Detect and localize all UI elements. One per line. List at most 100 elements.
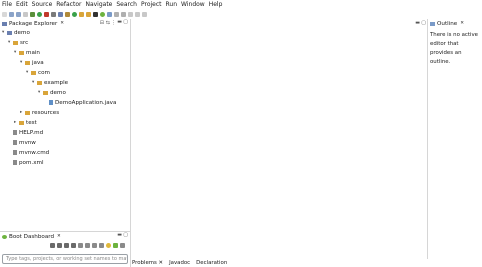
tab-problems[interactable]: Problems ✕ <box>132 260 163 266</box>
boot-minimize-icon[interactable]: ▬ <box>117 232 122 238</box>
tree-item-label: java <box>32 59 44 66</box>
lightbulb-icon[interactable] <box>106 243 111 248</box>
boot-dashboard-tab[interactable]: Boot Dashboard <box>9 234 54 240</box>
package-explorer-panel: Package Explorer ✕ ⊟ ⇆ ⋮ ▬ ▢ ▾ demo ▾ src ▾ m… <box>0 19 131 231</box>
folder-icon <box>13 40 18 45</box>
outline-tab[interactable]: Outline <box>437 21 457 27</box>
menu-navigate[interactable]: Navigate <box>85 1 112 8</box>
back-icon[interactable] <box>128 11 133 17</box>
search-icon[interactable] <box>86 11 91 17</box>
properties-icon[interactable] <box>99 243 104 248</box>
new-class-icon[interactable] <box>72 11 77 17</box>
menubar: File Edit Source Refactor Navigate Searc… <box>0 0 482 9</box>
project-icon <box>7 30 12 35</box>
package-explorer-header: Package Explorer ✕ ⊟ ⇆ ⋮ ▬ ▢ <box>0 19 130 28</box>
tree-item[interactable]: ▾ demo <box>38 88 66 97</box>
boot-dashboard-filter-input[interactable]: Type tags, projects, or working set name… <box>2 254 128 264</box>
new-icon[interactable] <box>2 11 7 17</box>
start-icon[interactable] <box>50 243 55 248</box>
folder-icon <box>19 120 24 125</box>
debug-icon[interactable] <box>30 11 35 17</box>
new-package-icon[interactable] <box>65 11 70 17</box>
forward-icon[interactable] <box>135 11 140 17</box>
restart-icon[interactable] <box>57 243 62 248</box>
prev-annotation-icon[interactable] <box>121 11 126 17</box>
bottom-view-tabs: Problems ✕ Javadoc Declaration <box>132 259 482 267</box>
menu-refactor[interactable]: Refactor <box>56 1 81 8</box>
menu-search[interactable]: Search <box>116 1 137 8</box>
package-explorer-tab[interactable]: Package Explorer <box>9 21 57 27</box>
open-browser-icon[interactable] <box>78 243 83 248</box>
boot-dashboard-toolbar <box>50 243 127 248</box>
maximize-icon[interactable]: ▢ <box>123 19 128 25</box>
next-annotation-icon[interactable] <box>114 11 119 17</box>
menu-edit[interactable]: Edit <box>16 1 28 8</box>
menu-window[interactable]: Window <box>181 1 205 8</box>
tree-item[interactable]: ▾ example <box>32 78 68 87</box>
tree-item[interactable]: ▾ java <box>20 58 44 67</box>
tree-item[interactable]: mvnw <box>8 138 36 147</box>
open-type-icon[interactable] <box>79 11 84 17</box>
tree-item-label: demo <box>14 29 30 36</box>
external-tools-icon[interactable] <box>44 11 49 17</box>
print-icon[interactable] <box>23 11 28 17</box>
terminal-icon[interactable] <box>93 11 98 17</box>
close-icon[interactable]: ✕ <box>60 21 64 26</box>
menu-source[interactable]: Source <box>32 1 53 8</box>
debug-icon[interactable] <box>64 243 69 248</box>
editor-maximize-icon[interactable]: ▢ <box>421 20 426 26</box>
tree-item[interactable]: mvnw.cmd <box>8 148 49 157</box>
tree-item[interactable]: ▾ demo <box>2 28 30 37</box>
tree-item[interactable]: ▾ main <box>14 48 40 57</box>
tree-item[interactable]: ▾ com <box>26 68 50 77</box>
tree-item-label: src <box>20 39 29 46</box>
spring-icon[interactable] <box>100 11 105 17</box>
console-icon[interactable] <box>85 243 90 248</box>
boot-maximize-icon[interactable]: ▢ <box>123 232 128 238</box>
package-explorer-icon <box>2 21 7 26</box>
folder-icon <box>43 90 48 95</box>
run-icon[interactable] <box>37 11 42 17</box>
md-file-icon <box>13 130 17 135</box>
outline-close-icon[interactable]: ✕ <box>460 21 464 26</box>
tree-item-label: example <box>44 79 69 86</box>
outline-icon <box>430 21 435 26</box>
coverage-icon[interactable] <box>51 11 56 17</box>
link-editor-icon[interactable]: ⇆ <box>106 20 110 26</box>
tree-item[interactable]: ▸ test <box>14 118 37 127</box>
new-java-project-icon[interactable] <box>58 11 63 17</box>
add-icon[interactable] <box>113 243 118 248</box>
edit-icon[interactable] <box>92 243 97 248</box>
tree-item-label: com <box>38 69 50 76</box>
folder-icon <box>25 60 30 65</box>
tree-item-label: HELP.md <box>19 129 44 136</box>
folder-icon <box>25 110 30 115</box>
minimize-icon[interactable]: ▬ <box>117 19 122 25</box>
spring-boot-icon <box>2 234 7 239</box>
editor-minimize-icon[interactable]: ▬ <box>415 20 420 26</box>
menu-run[interactable]: Run <box>166 1 178 8</box>
tab-declaration[interactable]: Declaration <box>196 260 227 266</box>
boot-dashboard-panel: Boot Dashboard ✕ ▬ ▢ Type tags, projects… <box>0 231 131 267</box>
tree-item[interactable]: ▾ src <box>8 38 28 47</box>
collapse-all-icon[interactable]: ⊟ <box>100 20 104 26</box>
save-all-icon[interactable] <box>16 11 21 17</box>
tab-javadoc[interactable]: Javadoc <box>169 260 190 266</box>
boot-dashboard-close-icon[interactable]: ✕ <box>57 234 61 239</box>
annotation-icon[interactable] <box>107 11 112 17</box>
tree-item[interactable]: DemoApplication.java <box>44 98 116 107</box>
save-icon[interactable] <box>9 11 14 17</box>
menu-help[interactable]: Help <box>209 1 223 8</box>
tree-item[interactable]: pom.xml <box>8 158 44 167</box>
tree-item[interactable]: HELP.md <box>8 128 43 137</box>
menu-file[interactable]: File <box>2 1 12 8</box>
tree-item[interactable]: ▸ resources <box>20 108 59 117</box>
pin-editor-icon[interactable] <box>142 11 147 17</box>
outline-header: Outline ✕ <box>428 19 482 28</box>
menu-project[interactable]: Project <box>141 1 162 8</box>
view-menu-icon[interactable] <box>120 243 125 248</box>
folder-icon <box>31 70 36 75</box>
view-menu-icon[interactable]: ⋮ <box>111 20 116 26</box>
tree-item-label: DemoApplication.java <box>55 99 117 106</box>
stop-icon[interactable] <box>71 243 76 248</box>
